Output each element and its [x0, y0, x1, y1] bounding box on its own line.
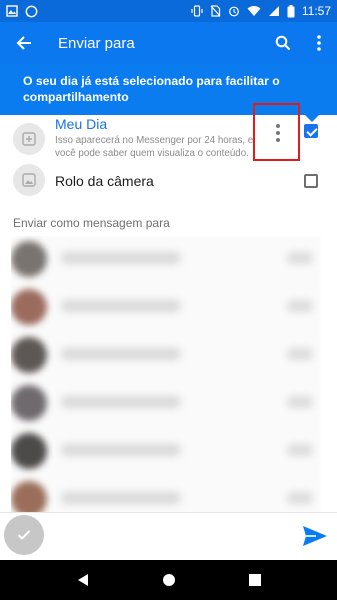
blurred-name	[61, 300, 181, 312]
tooltip-text: O seu dia já está selecionado para facil…	[23, 74, 280, 104]
app-bar: Enviar para	[0, 22, 337, 64]
send-icon	[303, 526, 327, 546]
done-button[interactable]	[4, 515, 44, 555]
signal-icon	[268, 6, 279, 16]
list-item[interactable]	[11, 284, 321, 334]
status-left-icons	[6, 5, 38, 18]
send-button[interactable]	[300, 522, 330, 550]
search-button[interactable]	[265, 22, 301, 64]
list-item[interactable]	[11, 428, 321, 478]
blurred-action	[287, 252, 313, 264]
camera-roll-title: Rolo da câmera	[55, 173, 154, 189]
whatsapp-icon	[25, 5, 38, 17]
avatar	[11, 433, 47, 469]
avatar	[11, 337, 47, 373]
arrow-left-icon	[16, 36, 31, 50]
bottom-bar	[0, 512, 337, 561]
list-item[interactable]	[11, 380, 321, 430]
search-icon	[275, 35, 291, 51]
blurred-action	[287, 300, 313, 312]
my-day-title: Meu Dia	[55, 116, 108, 132]
my-day-thumbnail	[13, 123, 45, 155]
back-button[interactable]	[0, 22, 48, 64]
blurred-name	[61, 252, 181, 264]
overflow-menu-button[interactable]	[301, 22, 337, 64]
navigation-bar	[0, 560, 337, 600]
list-item[interactable]	[11, 332, 321, 382]
add-icon	[22, 132, 36, 146]
blurred-name	[61, 396, 181, 408]
blurred-name	[61, 348, 181, 360]
alarm-icon	[228, 6, 239, 17]
list-item[interactable]	[11, 236, 321, 286]
vibrate-icon	[191, 5, 203, 17]
wifi-icon	[247, 6, 261, 16]
battery-icon	[287, 4, 295, 17]
image-icon	[6, 5, 18, 17]
home-circle-icon[interactable]	[162, 573, 176, 587]
avatar	[11, 385, 47, 421]
blurred-name	[61, 444, 181, 456]
check-icon	[17, 530, 31, 540]
recents-square-icon[interactable]	[248, 574, 261, 586]
status-time: 11:57	[301, 4, 331, 18]
contact-list[interactable]	[11, 236, 321, 514]
camera-roll-row[interactable]: Rolo da câmera	[0, 164, 337, 198]
no-sim-icon	[210, 5, 221, 17]
camera-roll-checkbox[interactable]	[304, 174, 318, 188]
camera-roll-thumbnail	[13, 164, 45, 196]
my-day-description: Isso aparecerá no Messenger por 24 horas…	[55, 135, 254, 159]
avatar	[11, 241, 47, 277]
blurred-action	[287, 444, 313, 456]
my-day-checkbox[interactable]	[304, 124, 318, 138]
status-bar: 11:57	[0, 0, 337, 22]
page-title: Enviar para	[58, 34, 135, 52]
back-triangle-icon[interactable]	[76, 573, 90, 587]
more-vertical-icon	[317, 35, 321, 51]
image-icon	[22, 173, 36, 187]
avatar	[11, 289, 47, 325]
blurred-action	[287, 348, 313, 360]
list-item[interactable]	[11, 476, 321, 514]
highlight-box	[253, 103, 300, 161]
status-right-icons: 11:57	[191, 4, 331, 18]
blurred-action	[287, 492, 313, 504]
section-label: Enviar como mensagem para	[13, 216, 170, 230]
avatar	[11, 481, 47, 514]
blurred-name	[61, 492, 181, 504]
blurred-action	[287, 396, 313, 408]
